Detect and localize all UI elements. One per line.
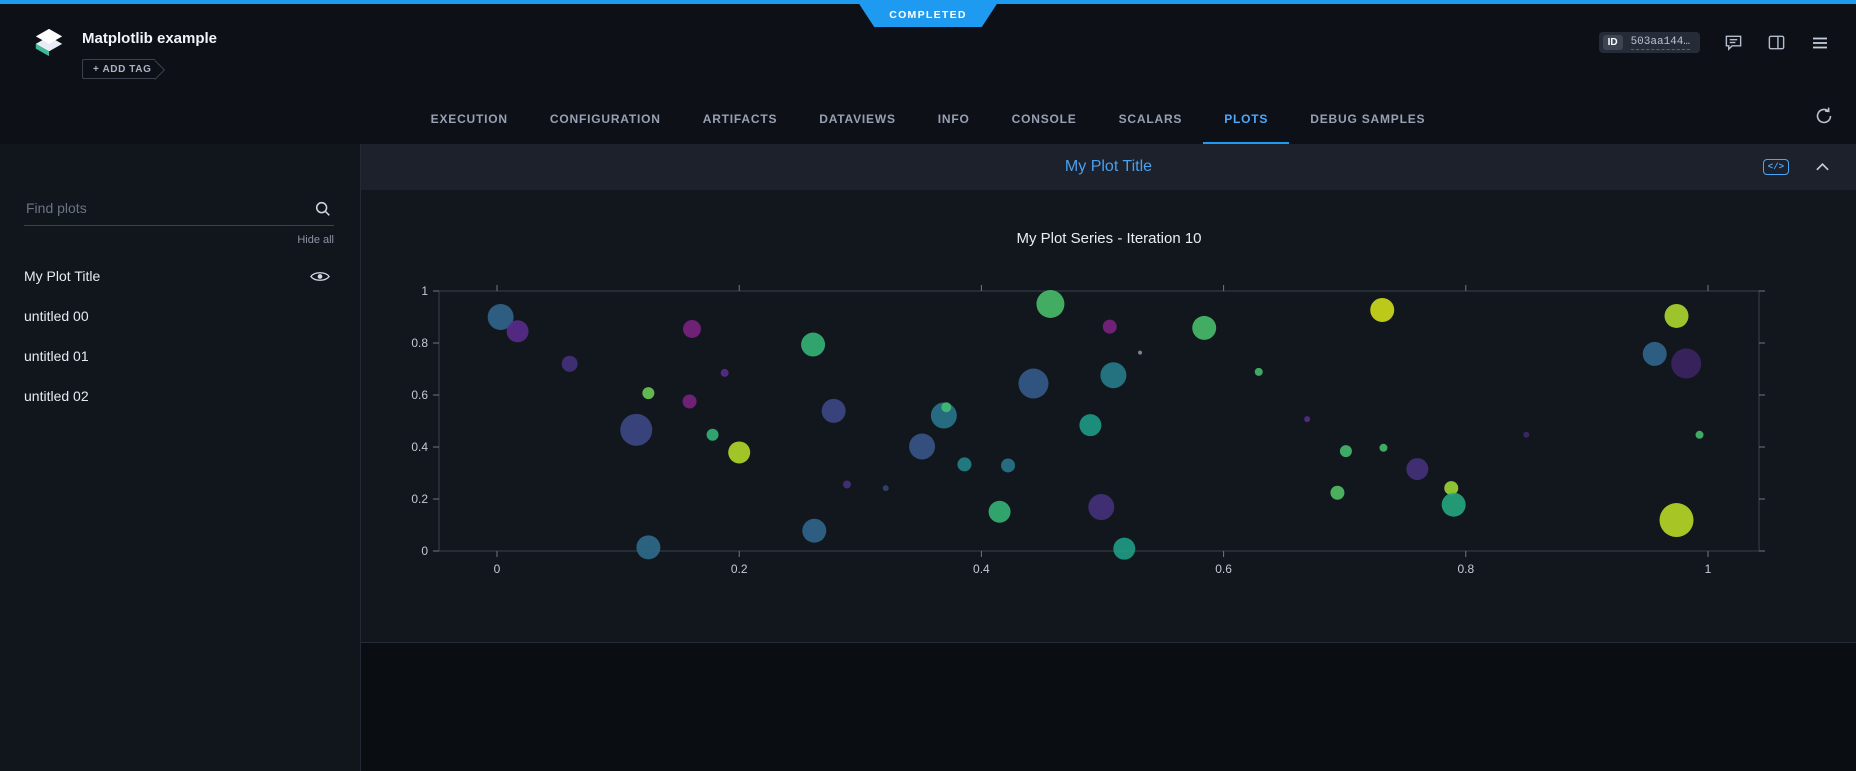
below-panel-filler [361,643,1856,771]
plot-panel-header: My Plot Title </> [361,144,1856,190]
main-area: Hide all My Plot Title untitled 00 untitle… [0,144,1856,771]
tab-debug-samples[interactable]: DEBUG SAMPLES [1289,90,1446,144]
experiment-title: Matplotlib example [82,30,217,47]
comment-icon[interactable] [1724,33,1743,52]
chart-title: My Plot Series - Iteration 10 [369,230,1849,250]
svg-text:0.8: 0.8 [411,336,428,350]
plot-panel: My Plot Title </> My Plot Series - Itera… [361,144,1856,643]
plot-list-item[interactable]: My Plot Title [0,256,360,296]
svg-text:0.4: 0.4 [411,440,428,454]
plot-list-item[interactable]: untitled 02 [0,376,360,416]
svg-text:1: 1 [1705,562,1712,576]
svg-text:0.6: 0.6 [411,388,428,402]
id-label: ID [1603,35,1623,50]
plot-item-label: untitled 00 [24,308,89,324]
svg-text:1: 1 [421,284,428,298]
svg-text:0.4: 0.4 [973,562,990,576]
tab-scalars[interactable]: SCALARS [1098,90,1204,144]
scatter-chart[interactable]: 0 0.2 0.4 0.6 0.8 1 0 0.2 0.4 0.6 0.8 1 [369,276,1849,612]
header-right: ID 503aa144… [1599,32,1830,53]
status-badge: COMPLETED [859,4,997,27]
add-tag-button[interactable]: + ADD TAG [82,59,155,79]
details-panel-icon[interactable] [1767,33,1786,52]
search-wrap [24,194,334,226]
id-value[interactable]: 503aa144… [1631,36,1690,50]
tab-bar: EXECUTIONCONFIGURATIONARTIFACTSDATAVIEWS… [410,90,1447,144]
title-block: Matplotlib example + ADD TAG [82,24,217,79]
svg-text:0: 0 [421,544,428,558]
tab-artifacts[interactable]: ARTIFACTS [682,90,799,144]
plots-sidebar: Hide all My Plot Title untitled 00 untitle… [0,144,361,771]
search-icon[interactable] [314,200,332,218]
tab-configuration[interactable]: CONFIGURATION [529,90,682,144]
embed-code-icon[interactable]: </> [1763,159,1789,175]
header-left: Matplotlib example + ADD TAG [30,24,217,79]
menu-icon[interactable] [1810,33,1830,53]
tab-dataviews[interactable]: DATAVIEWS [798,90,917,144]
plot-list-item[interactable]: untitled 01 [0,336,360,376]
experiment-id-chip[interactable]: ID 503aa144… [1599,32,1700,53]
plot-list: My Plot Title untitled 00 untitled 01 untit… [0,256,360,416]
tab-info[interactable]: INFO [917,90,991,144]
svg-text:0: 0 [494,562,501,576]
auto-refresh-icon[interactable] [1812,104,1836,131]
hide-all-link[interactable]: Hide all [0,234,334,246]
plot-item-label: untitled 02 [24,388,89,404]
plot-item-label: My Plot Title [24,268,100,284]
plot-list-item[interactable]: untitled 00 [0,296,360,336]
svg-text:0.2: 0.2 [411,492,428,506]
collapse-panel-icon[interactable] [1813,158,1832,177]
plot-area: My Plot Series - Iteration 10 0 0.2 0.4 0.6… [361,190,1856,612]
plot-item-label: untitled 01 [24,348,89,364]
tab-plots[interactable]: PLOTS [1203,90,1289,144]
svg-text:0.6: 0.6 [1215,562,1232,576]
eye-icon[interactable] [310,270,330,283]
tab-bar-row: EXECUTIONCONFIGURATIONARTIFACTSDATAVIEWS… [0,90,1856,144]
content-area: My Plot Title </> My Plot Series - Itera… [361,144,1856,771]
svg-text:0.2: 0.2 [731,562,748,576]
svg-text:0.8: 0.8 [1457,562,1474,576]
clearml-logo-icon [30,26,68,58]
tab-execution[interactable]: EXECUTION [410,90,529,144]
tab-console[interactable]: CONSOLE [991,90,1098,144]
panel-title: My Plot Title [361,158,1856,176]
find-plots-input[interactable] [24,194,334,226]
